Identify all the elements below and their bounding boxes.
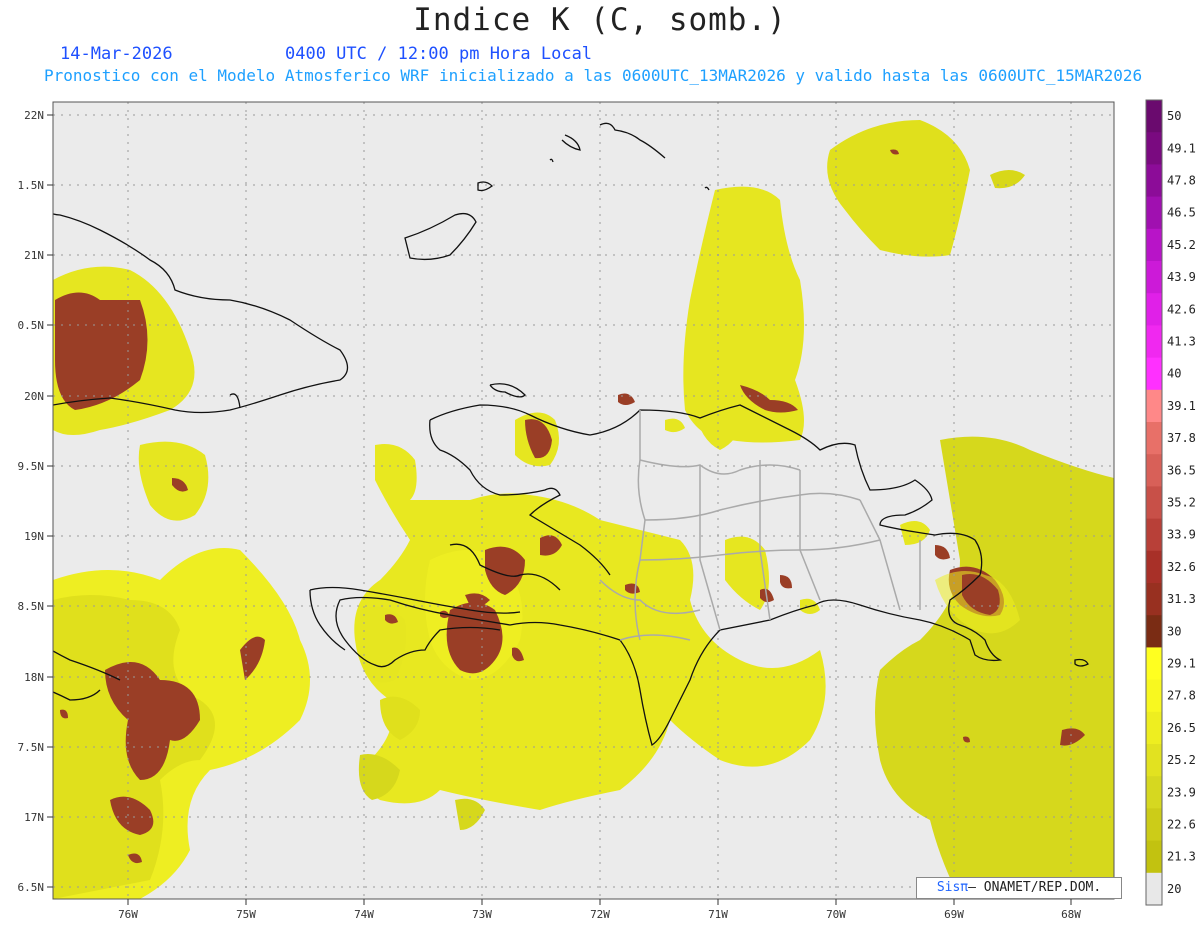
lon-label: 72W [590,908,610,921]
credit-box: Sisπ– ONAMET/REP.DOM. [916,877,1122,899]
colorbar-swatch [1146,583,1162,616]
credit-brand: Sisπ [936,880,969,895]
colorbar-swatch [1146,454,1162,487]
lat-label: 1.5N [18,179,45,192]
colorbar-swatch [1146,228,1162,262]
colorbar-swatch [1146,840,1162,874]
colorbar-label: 50 [1167,109,1181,123]
colorbar-swatch [1146,261,1162,294]
credit-text: – ONAMET/REP.DOM. [968,880,1102,895]
colorbar-swatch [1146,808,1162,842]
lat-label: 17N [24,811,44,824]
lat-label: 20N [24,390,44,403]
colorbar-label: 49.1 [1167,141,1196,155]
lon-label: 70W [826,908,846,921]
colorbar-swatch [1146,486,1162,520]
colorbar-label: 43.9 [1167,270,1196,284]
colorbar-swatch [1146,196,1162,230]
colorbar-label: 36.5 [1167,463,1196,477]
lon-label: 74W [354,908,374,921]
colorbar-swatch [1146,389,1162,423]
colorbar-label: 42.6 [1167,302,1196,316]
colorbar-label: 31.3 [1167,592,1196,606]
colorbar-swatch [1146,776,1162,809]
colorbar-label: 29.1 [1167,657,1196,671]
lat-label: 18N [24,671,44,684]
colorbar-label: 35.2 [1167,496,1196,510]
colorbar-swatch [1146,422,1162,455]
colorbar-swatch [1146,550,1162,584]
colorbar-label: 26.5 [1167,721,1196,735]
colorbar: 50 49.1 47.8 46.5 45.2 43.9 42.6 41.3 40 39.1 37.8… [1145,99,1196,906]
colorbar-swatch [1146,744,1162,777]
colorbar-label: 37.8 [1167,431,1196,445]
colorbar-label: 27.8 [1167,689,1196,703]
colorbar-swatch [1146,100,1162,133]
colorbar-label: 41.3 [1167,335,1196,349]
colorbar-label: 20 [1167,882,1181,896]
colorbar-label: 32.6 [1167,560,1196,574]
colorbar-label: 21.3 [1167,850,1196,864]
lat-label: 0.5N [18,319,45,332]
longitude-labels: 76W 75W 74W 73W 72W 71W 70W 69W 68W [118,908,1081,921]
colorbar-label: 47.8 [1167,174,1196,188]
colorbar-label: 40 [1167,367,1181,381]
colorbar-swatch [1146,679,1162,713]
lat-label: 21N [24,249,44,262]
colorbar-swatch [1146,325,1162,359]
lat-label: 8.5N [18,600,45,613]
colorbar-label: 30 [1167,624,1181,638]
lat-label: 6.5N [18,881,45,894]
lat-label: 19N [24,530,44,543]
colorbar-swatch [1146,164,1162,198]
lon-label: 76W [118,908,138,921]
colorbar-swatch [1146,615,1162,648]
colorbar-swatch [1146,647,1162,681]
lat-label: 22N [24,109,44,122]
colorbar-label: 22.6 [1167,818,1196,832]
colorbar-swatch [1146,357,1162,391]
colorbar-label: 25.2 [1167,753,1196,767]
latitude-labels: 22N 1.5N 21N 0.5N 20N 9.5N 19N 8.5N 18N 7.5N 17N 6.… [18,109,45,894]
lon-label: 73W [472,908,492,921]
colorbar-swatch [1146,711,1162,745]
lon-label: 68W [1061,908,1081,921]
colorbar-swatch [1146,518,1162,552]
colorbar-label: 23.9 [1167,785,1196,799]
lon-label: 75W [236,908,256,921]
lat-label: 7.5N [18,741,45,754]
colorbar-label: 33.9 [1167,528,1196,542]
colorbar-swatch [1146,293,1162,326]
colorbar-label: 45.2 [1167,238,1196,252]
colorbar-label: 46.5 [1167,206,1196,220]
colorbar-label: 39.1 [1167,399,1196,413]
colorbar-swatch [1146,872,1162,906]
colorbar-swatch [1146,132,1162,165]
forecast-map: 22N 1.5N 21N 0.5N 20N 9.5N 19N 8.5N 18N 7.5N 17N 6.… [18,99,1196,921]
lon-label: 69W [944,908,964,921]
lat-label: 9.5N [18,460,45,473]
lon-label: 71W [708,908,728,921]
